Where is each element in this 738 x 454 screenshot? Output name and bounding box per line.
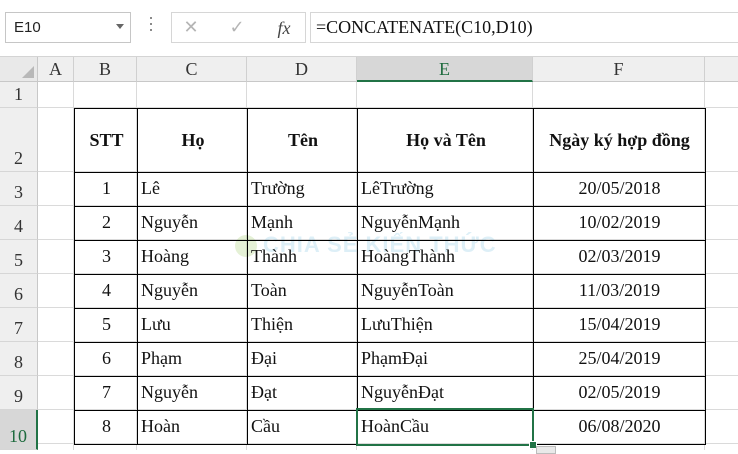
table-cell-date[interactable]: 20/05/2018 — [533, 172, 706, 207]
table-cell-date[interactable]: 11/03/2019 — [533, 274, 706, 309]
column-header-a[interactable]: A — [38, 57, 74, 82]
table-cell-ho-va-ten[interactable]: NguyễnMạnh — [357, 206, 534, 241]
active-cell-selection — [356, 408, 534, 446]
table-cell-ho-va-ten[interactable]: PhạmĐại — [357, 342, 534, 377]
row-header-5[interactable]: 5 — [0, 240, 38, 274]
column-header-e[interactable]: E — [357, 57, 533, 82]
row-header-4[interactable]: 4 — [0, 206, 38, 240]
row-number: 2 — [14, 148, 23, 168]
table-cell-stt[interactable]: 8 — [74, 410, 138, 445]
table-cell-ho-va-ten[interactable]: HoàngThành — [357, 240, 534, 275]
table-cell-ten[interactable]: Thiện — [247, 308, 358, 343]
table-cell-ten[interactable]: Toàn — [247, 274, 358, 309]
column-header-d[interactable]: D — [247, 57, 357, 82]
row-header-9[interactable]: 9 — [0, 376, 38, 410]
header-ten[interactable]: Tên — [247, 108, 358, 173]
column-header-g[interactable] — [705, 57, 738, 82]
row-header-10[interactable]: 10 — [0, 410, 38, 450]
row-header-3[interactable]: 3 — [0, 172, 38, 206]
row-number: 8 — [14, 352, 23, 372]
enter-icon[interactable]: ✓ — [222, 15, 252, 41]
table-cell-ho-va-ten[interactable]: LưuThiện — [357, 308, 534, 343]
row-header-8[interactable]: 8 — [0, 342, 38, 376]
insert-function-icon[interactable]: fx — [269, 15, 299, 41]
row-number: 1 — [14, 84, 23, 104]
select-all-button[interactable] — [0, 57, 38, 82]
formula-text: =CONCATENATE(C10,D10) — [316, 17, 533, 37]
row-header-6[interactable]: 6 — [0, 274, 38, 308]
row-number: 10 — [9, 426, 27, 446]
table-cell-ho[interactable]: Nguyễn — [137, 376, 248, 411]
row-number: 5 — [14, 250, 23, 270]
table-cell-ho[interactable]: Lê — [137, 172, 248, 207]
formula-buttons: ✕ ✓ fx — [171, 12, 306, 43]
row-header-2[interactable]: 2 — [0, 108, 38, 172]
chevron-down-icon[interactable] — [116, 24, 124, 29]
table-cell-stt[interactable]: 6 — [74, 342, 138, 377]
table-cell-ten[interactable]: Đạt — [247, 376, 358, 411]
table-cell-ten[interactable]: Mạnh — [247, 206, 358, 241]
table-cell-stt[interactable]: 3 — [74, 240, 138, 275]
header-ho[interactable]: Họ — [137, 108, 248, 173]
table-cell-stt[interactable]: 4 — [74, 274, 138, 309]
quick-analysis-icon[interactable] — [536, 446, 556, 454]
table-cell-ho[interactable]: Hoàng — [137, 240, 248, 275]
table-cell-ho[interactable]: Nguyễn — [137, 274, 248, 309]
row-header-1[interactable]: 1 — [0, 82, 38, 108]
row-number: 7 — [14, 318, 23, 338]
row-number: 3 — [14, 182, 23, 202]
table-cell-date[interactable]: 06/08/2020 — [533, 410, 706, 445]
table-cell-stt[interactable]: 1 — [74, 172, 138, 207]
table-cell-ho-va-ten[interactable]: LêTrường — [357, 172, 534, 207]
table-cell-ho[interactable]: Lưu — [137, 308, 248, 343]
table-cell-stt[interactable]: 7 — [74, 376, 138, 411]
formula-bar: E10 ✕ ✓ fx =CONCATENATE(C10,D10) — [0, 0, 738, 56]
table-cell-ho[interactable]: Nguyễn — [137, 206, 248, 241]
row-number: 4 — [14, 216, 23, 236]
table-cell-stt[interactable]: 2 — [74, 206, 138, 241]
table-cell-ho-va-ten[interactable]: NguyễnToàn — [357, 274, 534, 309]
header-ho-va-ten[interactable]: Họ và Tên — [357, 108, 534, 173]
name-box-value: E10 — [14, 19, 41, 36]
table-cell-ten[interactable]: Trường — [247, 172, 358, 207]
row-header-7[interactable]: 7 — [0, 308, 38, 342]
column-header-c[interactable]: C — [137, 57, 247, 82]
table-cell-date[interactable]: 15/04/2019 — [533, 308, 706, 343]
row-number: 6 — [14, 284, 23, 304]
table-cell-stt[interactable]: 5 — [74, 308, 138, 343]
table-cell-ten[interactable]: Cầu — [247, 410, 358, 445]
table-cell-ten[interactable]: Thành — [247, 240, 358, 275]
name-box[interactable]: E10 — [5, 12, 131, 43]
select-all-icon — [22, 66, 34, 78]
table-cell-date[interactable]: 25/04/2019 — [533, 342, 706, 377]
table-cell-date[interactable]: 10/02/2019 — [533, 206, 706, 241]
row-number: 9 — [14, 386, 23, 406]
table-cell-ho[interactable]: Hoàn — [137, 410, 248, 445]
table-cell-ho[interactable]: Phạm — [137, 342, 248, 377]
header-stt[interactable]: STT — [74, 108, 138, 173]
header-ngay-ky[interactable]: Ngày ký hợp đồng — [533, 108, 706, 173]
cancel-icon[interactable]: ✕ — [176, 15, 206, 41]
table-cell-date[interactable]: 02/05/2019 — [533, 376, 706, 411]
column-header-f[interactable]: F — [533, 57, 705, 82]
more-options-icon[interactable] — [149, 17, 153, 37]
formula-input[interactable]: =CONCATENATE(C10,D10) — [310, 12, 738, 43]
table-cell-ten[interactable]: Đại — [247, 342, 358, 377]
table-cell-ho-va-ten[interactable]: NguyễnĐạt — [357, 376, 534, 411]
column-header-b[interactable]: B — [74, 57, 137, 82]
table-cell-date[interactable]: 02/03/2019 — [533, 240, 706, 275]
